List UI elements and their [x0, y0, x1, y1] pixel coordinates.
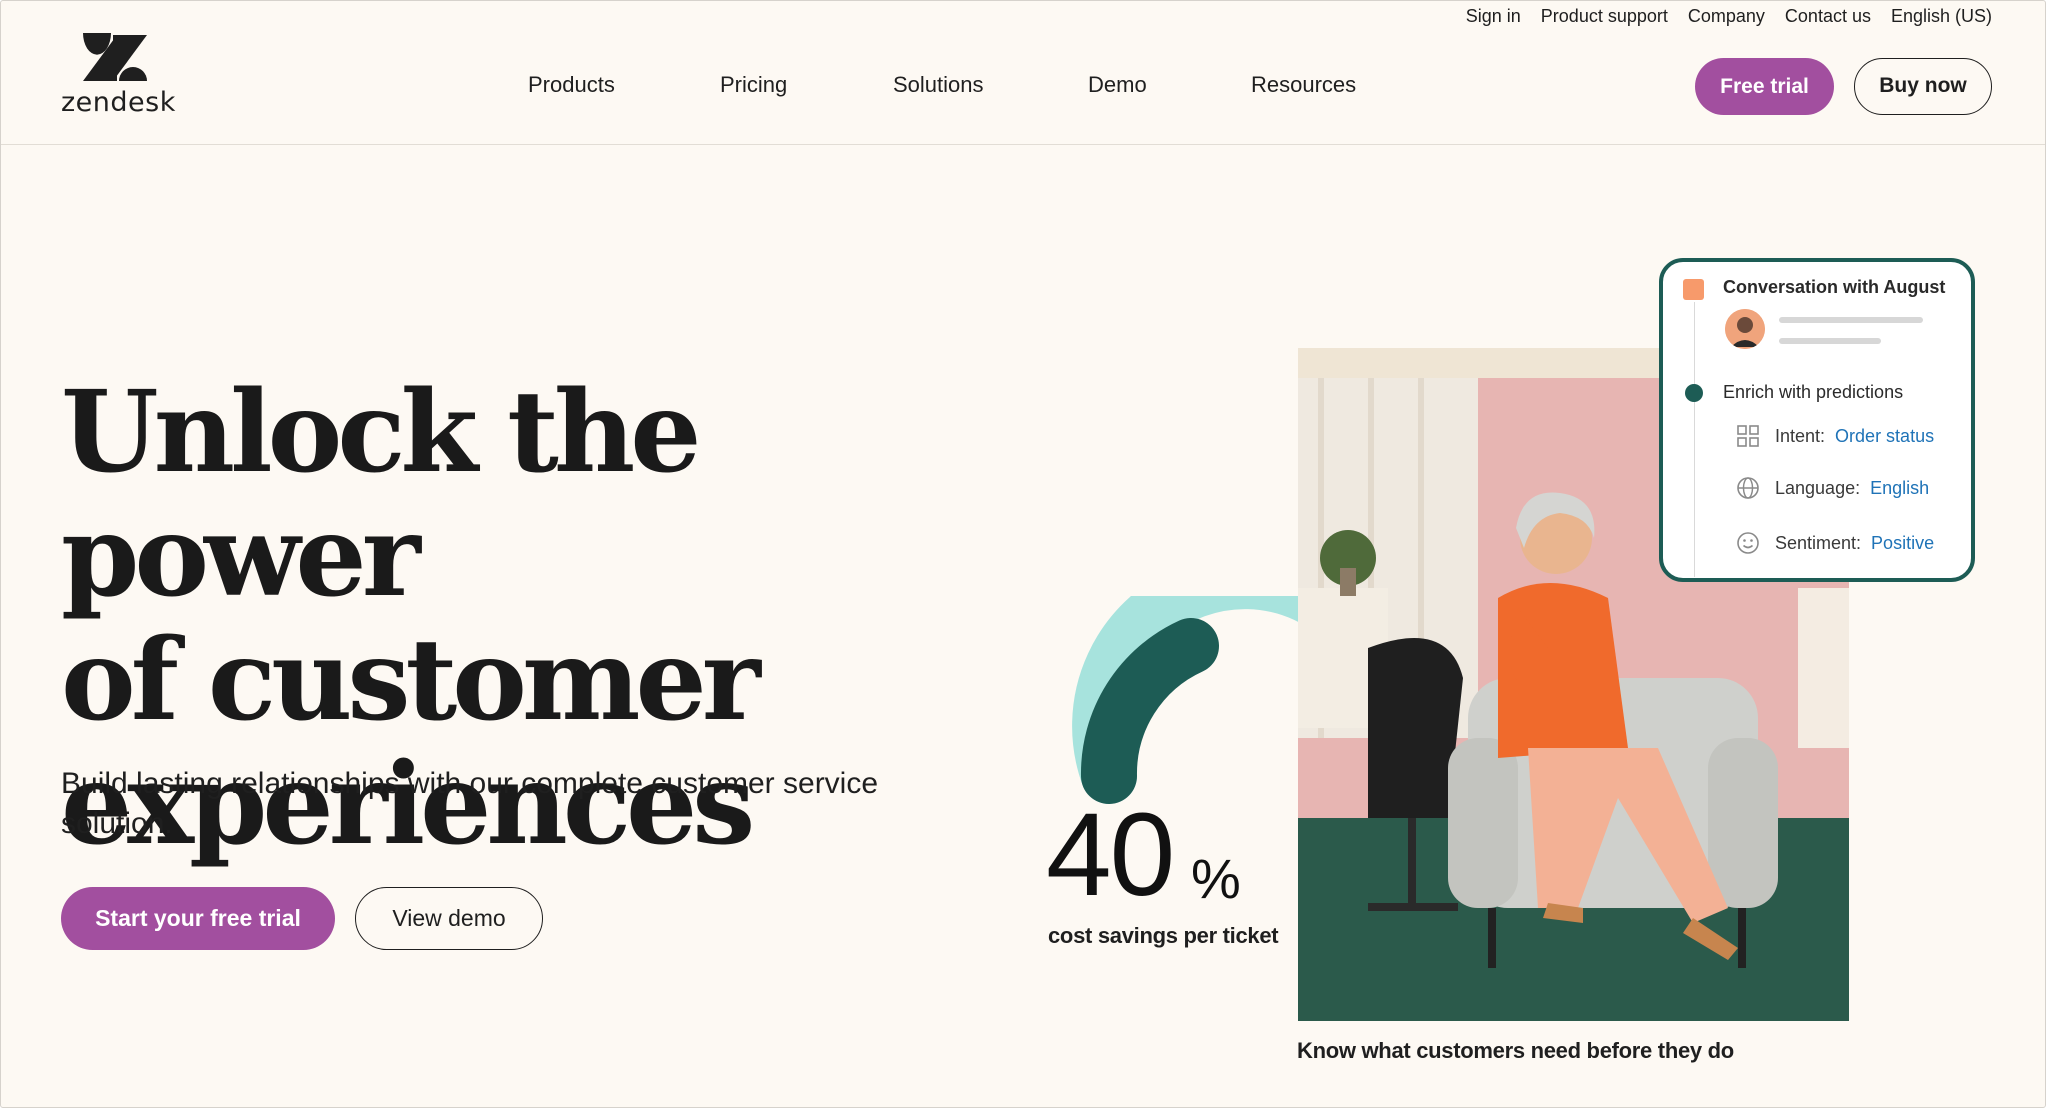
intent-row: Intent: Order status: [1735, 423, 1934, 449]
nav-solutions[interactable]: Solutions: [893, 65, 984, 105]
hero-subtitle: Build lasting relationships with our com…: [61, 767, 879, 840]
zendesk-logo[interactable]: zendesk: [61, 33, 176, 118]
language-row: Language: English: [1735, 475, 1929, 501]
product-support-link[interactable]: Product support: [1541, 5, 1668, 27]
stat-unit: %: [1191, 847, 1241, 910]
free-trial-button[interactable]: Free trial: [1695, 58, 1834, 115]
sign-in-link[interactable]: Sign in: [1466, 5, 1521, 27]
smiley-icon: [1737, 532, 1759, 554]
nav-demo[interactable]: Demo: [1088, 65, 1147, 105]
company-link[interactable]: Company: [1688, 5, 1765, 27]
view-demo-button[interactable]: View demo: [355, 887, 543, 950]
enrich-marker-icon: [1685, 384, 1703, 402]
gauge-fill: [1081, 618, 1219, 804]
message-placeholder-line: [1779, 338, 1881, 344]
nav-products[interactable]: Products: [528, 65, 615, 105]
language-value: English: [1870, 477, 1930, 498]
language-label: Language:: [1775, 477, 1861, 498]
buy-now-button[interactable]: Buy now: [1854, 58, 1992, 115]
sentiment-label: Sentiment:: [1775, 532, 1862, 553]
stat-number: 40: [1046, 789, 1175, 921]
nav-resources[interactable]: Resources: [1251, 65, 1356, 105]
message-placeholder-line: [1779, 317, 1923, 323]
language-selector[interactable]: English (US): [1891, 5, 1992, 27]
globe-icon: [1737, 477, 1759, 499]
intent-value: Order status: [1835, 425, 1935, 446]
start-free-trial-button[interactable]: Start your free trial: [61, 887, 335, 950]
site-header: zendesk Sign in Product support Company …: [1, 1, 2045, 145]
zendesk-logo-icon: [83, 33, 147, 81]
utility-nav: Sign in Product support Company Contact …: [1446, 5, 1992, 27]
photo-caption: Know what customers need before they do: [1297, 1038, 1734, 1063]
nav-pricing[interactable]: Pricing: [720, 65, 787, 105]
timeline-line: [1694, 302, 1695, 577]
grid-icon: [1737, 425, 1759, 447]
conversation-card: Conversation with August Enrich with pre…: [1659, 258, 1975, 582]
enrich-label: Enrich with predictions: [1723, 382, 1904, 402]
card-title: Conversation with August: [1723, 277, 1946, 297]
intent-label: Intent:: [1775, 425, 1826, 446]
logo-wordmark: zendesk: [61, 87, 176, 118]
sentiment-value: Positive: [1871, 532, 1935, 553]
sentiment-row: Sentiment: Positive: [1735, 530, 1934, 556]
hero-title-line: Unlock the power: [61, 367, 702, 622]
hero-title-line: of customer: [61, 615, 761, 746]
contact-us-link[interactable]: Contact us: [1785, 5, 1871, 27]
stat-label: cost savings per ticket: [1048, 923, 1279, 948]
avatar: [1725, 309, 1765, 349]
avatar-person-icon: [1725, 309, 1765, 349]
browser-page: zendesk Sign in Product support Company …: [0, 0, 2046, 1108]
conversation-marker-icon: [1683, 279, 1704, 300]
